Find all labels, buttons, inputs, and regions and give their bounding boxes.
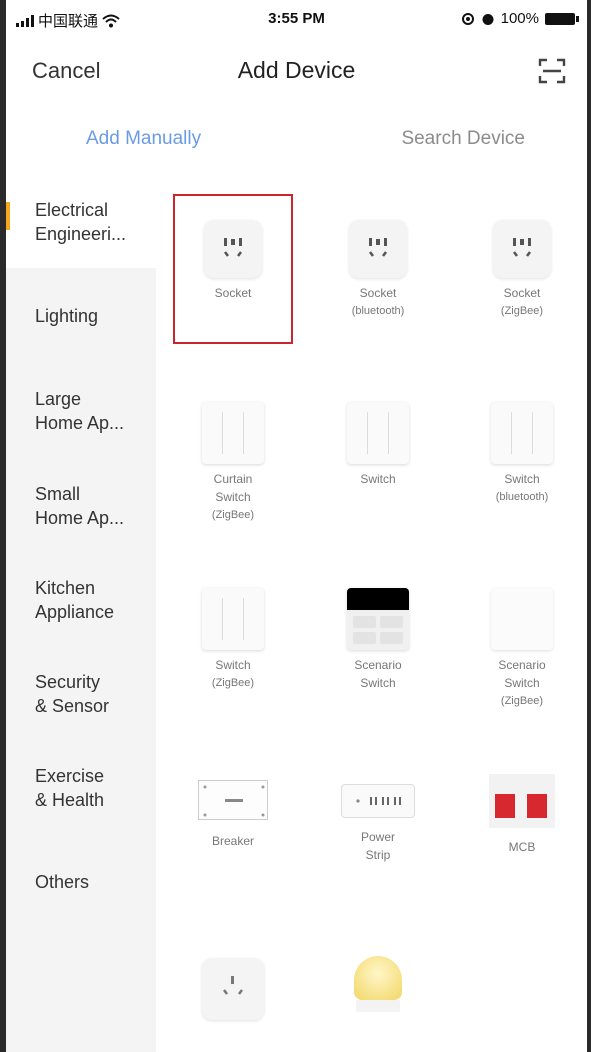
status-right: 100% xyxy=(461,10,579,27)
sidebar-item-label: & Sensor xyxy=(35,696,110,716)
device-socket-zigbee[interactable]: Socket (ZigBee) xyxy=(452,220,591,320)
device-socket[interactable]: Socket xyxy=(163,220,303,302)
sidebar-item-others[interactable]: Others xyxy=(6,870,156,894)
scenario-panel-icon xyxy=(491,588,553,650)
device-sublabel: (ZigBee) xyxy=(211,677,255,689)
device-sublabel: Strip xyxy=(365,848,391,862)
device-sublabel: (ZigBee) xyxy=(500,695,544,707)
device-label: Switch xyxy=(504,472,540,486)
sidebar-item-label: Others xyxy=(35,872,90,892)
mcb-icon xyxy=(489,774,555,828)
lamp-icon xyxy=(350,956,406,1018)
device-scenario-switch[interactable]: Scenario Switch xyxy=(308,588,448,692)
switch-panel-icon xyxy=(202,402,264,464)
device-sublabel: Switch xyxy=(360,676,396,690)
sidebar-item-kitchen-appliance[interactable]: Kitchen Appliance xyxy=(6,576,156,624)
status-bar: 中国联通 3:55 PM 100% xyxy=(6,0,587,40)
scenario-switch-icon xyxy=(347,588,409,650)
sidebar-item-label: Small xyxy=(35,484,81,504)
nav-bar: Cancel Add Device xyxy=(6,46,587,98)
sidebar-item-electrical[interactable]: Electrical Engineeri... xyxy=(6,180,156,268)
device-label: Scenario xyxy=(498,658,546,672)
device-label: Socket xyxy=(503,286,541,300)
scan-icon[interactable] xyxy=(537,56,567,86)
sidebar-item-security-sensor[interactable]: Security & Sensor xyxy=(6,670,156,718)
device-sublabel: Switch xyxy=(504,676,540,690)
device-power-strip[interactable]: Power Strip xyxy=(308,770,448,864)
category-sidebar: Electrical Engineeri... Lighting Large H… xyxy=(6,180,156,1052)
sidebar-item-label: Engineeri... xyxy=(35,224,127,244)
device-breaker[interactable]: Breaker xyxy=(163,770,303,850)
sidebar-item-label: Appliance xyxy=(35,602,115,622)
sidebar-item-label: Security xyxy=(35,672,101,692)
device-label: Switch xyxy=(215,658,251,672)
sidebar-item-label: & Health xyxy=(35,790,105,810)
location-icon xyxy=(461,12,474,25)
sidebar-item-label: Kitchen xyxy=(35,578,96,598)
sidebar-item-small-home-appliance[interactable]: Small Home Ap... xyxy=(6,482,156,530)
power-strip-icon xyxy=(341,784,415,818)
device-grid: Socket Socket (bluetooth) Socket (ZigBee… xyxy=(156,180,587,1052)
device-label: Socket xyxy=(359,286,397,300)
breaker-icon xyxy=(198,780,268,820)
device-switch[interactable]: Switch xyxy=(308,402,448,488)
switch-panel-icon xyxy=(347,402,409,464)
tab-bar: Add Manually Search Device xyxy=(6,118,587,162)
sidebar-item-label: Lighting xyxy=(35,306,99,326)
device-sublabel: (ZigBee) xyxy=(211,509,255,521)
sidebar-item-lighting[interactable]: Lighting xyxy=(6,304,156,328)
device-label: Curtain xyxy=(213,472,253,486)
battery-percent: 100% xyxy=(500,10,539,27)
tab-add-manually[interactable]: Add Manually xyxy=(86,128,201,150)
device-mcb[interactable]: MCB xyxy=(452,770,591,856)
sidebar-item-exercise-health[interactable]: Exercise & Health xyxy=(6,764,156,812)
sidebar-item-label: Home Ap... xyxy=(35,508,125,528)
sidebar-item-large-home-appliance[interactable]: Large Home Ap... xyxy=(6,387,156,435)
device-switch-bluetooth[interactable]: Switch (bluetooth) xyxy=(452,402,591,506)
device-sublabel: (ZigBee) xyxy=(500,305,544,317)
socket-icon xyxy=(204,220,262,278)
device-label: Power xyxy=(360,830,395,844)
device-label: Socket xyxy=(214,286,252,300)
page-title: Add Device xyxy=(237,57,356,83)
sidebar-item-label: Large xyxy=(35,389,82,409)
tab-search-device[interactable]: Search Device xyxy=(401,128,525,150)
device-socket-bluetooth[interactable]: Socket (bluetooth) xyxy=(308,220,448,320)
switch-panel-icon xyxy=(491,402,553,464)
device-curtain-switch-zigbee[interactable]: Curtain Switch (ZigBee) xyxy=(163,402,303,524)
device-switch-zigbee[interactable]: Switch (ZigBee) xyxy=(163,588,303,692)
device-scenario-switch-zigbee[interactable]: Scenario Switch (ZigBee) xyxy=(452,588,591,710)
sidebar-item-label: Home Ap... xyxy=(35,413,125,433)
socket-icon xyxy=(349,220,407,278)
device-sublabel: (bluetooth) xyxy=(351,305,405,317)
sidebar-item-label: Electrical xyxy=(35,200,109,220)
alarm-icon xyxy=(482,13,494,25)
sidebar-item-label: Exercise xyxy=(35,766,105,786)
switch-panel-icon xyxy=(202,588,264,650)
socket-icon xyxy=(493,220,551,278)
device-socket-row5[interactable] xyxy=(163,958,303,1020)
socket-icon xyxy=(202,958,264,1020)
battery-icon xyxy=(545,12,579,25)
device-label: Scenario xyxy=(354,658,402,672)
device-sublabel: Switch xyxy=(215,490,251,504)
device-lamp-row5[interactable] xyxy=(308,956,448,1018)
device-label: Breaker xyxy=(211,834,255,848)
device-label: Switch xyxy=(360,472,396,486)
device-label: MCB xyxy=(508,840,536,854)
device-sublabel: (bluetooth) xyxy=(495,491,549,503)
